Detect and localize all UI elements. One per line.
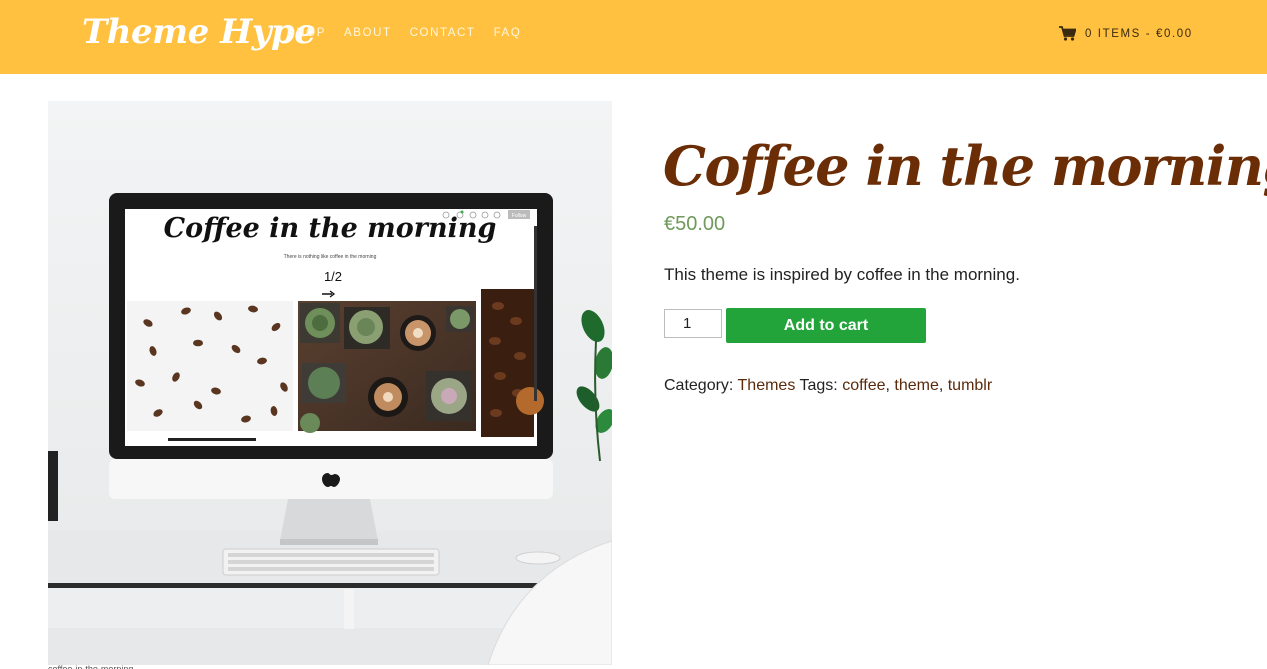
shopping-cart-icon <box>1059 26 1076 41</box>
screen-pager: 1/2 <box>324 269 342 284</box>
product-description: This theme is inspired by coffee in the … <box>664 265 1020 284</box>
nav-contact[interactable]: CONTACT <box>410 27 476 39</box>
category-label: Category: <box>664 377 734 394</box>
tag-link-coffee[interactable]: coffee <box>842 377 885 394</box>
image-caption: coffee-in-the-morning <box>48 664 134 669</box>
product-meta: Category: Themes Tags: coffee, theme, tu… <box>664 377 992 395</box>
nav-about[interactable]: ABOUT <box>344 27 392 39</box>
add-to-cart-button[interactable]: Add to cart <box>726 308 926 343</box>
category-link-themes[interactable]: Themes <box>738 377 796 394</box>
tag-separator: , <box>938 377 948 394</box>
screen-follow-button: Follow <box>512 213 527 219</box>
tag-link-tumblr[interactable]: tumblr <box>948 377 992 394</box>
tag-link-theme[interactable]: theme <box>894 377 938 394</box>
product-title: Coffee in the morning <box>663 134 1267 198</box>
cart-summary: 0 ITEMS - €0.00 <box>1085 27 1193 40</box>
nav-shop[interactable]: SHOP <box>287 27 326 39</box>
product-price: €50.00 <box>664 213 726 235</box>
product-photo: Coffee in the morning There is nothing l… <box>48 101 612 665</box>
site-header: Theme Hype SHOP ABOUT CONTACT FAQ 0 ITEM… <box>0 0 1267 74</box>
site-logo[interactable]: Theme Hype <box>82 12 316 52</box>
tags-label: Tags: <box>799 377 838 394</box>
quantity-input[interactable] <box>664 309 722 338</box>
nav-faq[interactable]: FAQ <box>494 27 522 39</box>
main-nav: SHOP ABOUT CONTACT FAQ <box>287 27 521 39</box>
screen-subtitle: There is nothing like coffee in the morn… <box>284 254 377 260</box>
cart-link[interactable]: 0 ITEMS - €0.00 <box>1059 26 1193 41</box>
product-image: Coffee in the morning There is nothing l… <box>48 101 612 665</box>
